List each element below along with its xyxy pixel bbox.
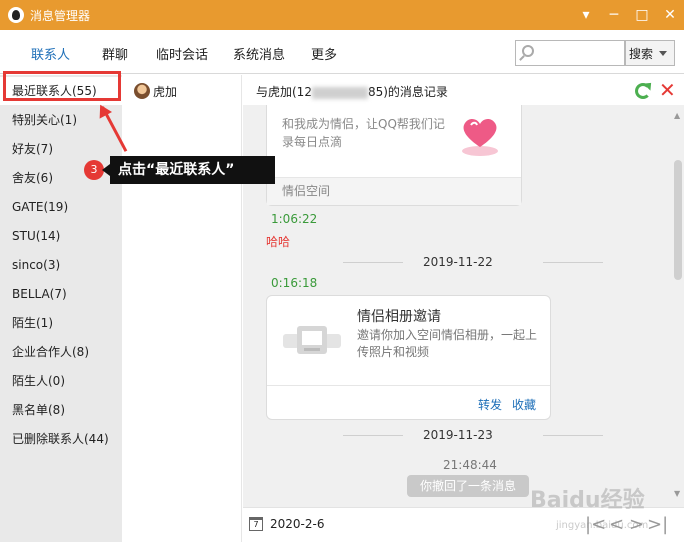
group-item-label: 已删除联系人(44) [12, 432, 109, 446]
group-item-label: GATE(19) [12, 200, 69, 214]
group-item[interactable]: 好友(7) [0, 135, 122, 163]
redacted-number [311, 86, 368, 99]
avatar [134, 83, 150, 99]
message-time: 21:48:44 [443, 458, 497, 472]
group-list: 最近联系人(55) 特别关心(1) 好友(7) 舍友(6) GATE(19) S… [0, 71, 122, 542]
contact-item[interactable]: 虎加 [122, 80, 242, 102]
window-controls: ▾ ─ □ ✕ [572, 0, 684, 30]
date-separator: 2019-11-23 [343, 428, 603, 442]
qq-logo-icon [8, 7, 24, 23]
message-time: 1:06:22 [271, 212, 318, 226]
group-item[interactable]: 企业合作人(8) [0, 338, 122, 366]
card-text: 和我成为情侣，让QQ帮我们记录每日点滴 [282, 117, 445, 149]
close-icon[interactable]: ✕ [656, 0, 684, 30]
group-item-label: 企业合作人(8) [12, 345, 89, 359]
watermark-url: jingyan.baidu.com [556, 520, 649, 531]
record-title: 与虎加(12 85)的消息记录 [256, 83, 448, 100]
group-item-label: 好友(7) [12, 142, 53, 156]
search-button[interactable]: 搜索 [625, 40, 675, 66]
date-label: 2019-11-23 [423, 428, 493, 442]
group-item-label: 特别关心(1) [12, 113, 77, 127]
date-separator: 2019-11-22 [343, 255, 603, 269]
group-item[interactable]: GATE(19) [0, 193, 122, 221]
group-item-label: BELLA(7) [12, 287, 67, 301]
delete-icon[interactable]: ✕ [659, 79, 676, 101]
scrollbar[interactable] [674, 160, 682, 280]
album-title: 情侣相册邀请 [357, 309, 441, 325]
couple-space-card[interactable]: 和我成为情侣，让QQ帮我们记录每日点滴 情侣空间 [266, 105, 522, 206]
contact-name: 虎加 [153, 84, 178, 99]
annotation-tooltip: 点击“最近联系人” [102, 156, 275, 184]
scroll-up-icon[interactable]: ▲ [674, 111, 680, 120]
highlight-box [3, 71, 121, 101]
last-page-button[interactable]: >| [647, 514, 668, 535]
record-title-prefix: 与虎加(12 [256, 85, 312, 99]
tab-temp-chat[interactable]: 临时会话 [156, 44, 208, 63]
message-text: 哈哈 [266, 235, 291, 249]
tab-system-messages[interactable]: 系统消息 [233, 44, 285, 63]
group-item-label: STU(14) [12, 229, 61, 243]
contact-list: 虎加 [122, 75, 242, 542]
group-item[interactable]: BELLA(7) [0, 280, 122, 308]
tab-group-chat[interactable]: 群聊 [102, 44, 128, 63]
message-record-panel: 与虎加(12 85)的消息记录 ✕ 和我成为情侣，让QQ帮我们记录每日点滴 情侣空… [243, 75, 684, 542]
current-date: 2020-2-6 [270, 517, 325, 531]
maximize-icon[interactable]: □ [628, 0, 656, 30]
album-invite-card[interactable]: 情侣相册邀请 邀请你加入空间情侣相册，一起上传照片和视频 转发 收藏 [266, 295, 551, 420]
baidu-watermark: Baidu经验 [530, 488, 645, 513]
calendar-icon[interactable]: 7 [249, 517, 263, 531]
title-bar: 消息管理器 ▾ ─ □ ✕ [0, 0, 684, 30]
group-item[interactable]: 已删除联系人(44) [0, 425, 122, 453]
date-label: 2019-11-22 [423, 255, 493, 269]
group-item-label: 陌生(1) [12, 316, 53, 330]
card-divider [267, 385, 550, 386]
record-header: 与虎加(12 85)的消息记录 ✕ [243, 75, 684, 105]
tab-more[interactable]: 更多 [311, 44, 337, 63]
search-button-label: 搜索 [629, 46, 654, 61]
album-description: 邀请你加入空间情侣相册，一起上传照片和视频 [357, 328, 538, 359]
card-footer: 情侣空间 [267, 177, 521, 205]
group-item-label: 陌生人(0) [12, 374, 65, 388]
favorite-link[interactable]: 收藏 [512, 396, 536, 413]
search-input[interactable] [515, 40, 625, 66]
tab-bar: 联系人 群聊 临时会话 系统消息 更多 搜索 [0, 30, 684, 74]
group-item-label: 黑名单(8) [12, 403, 65, 417]
group-item-label: 舍友(6) [12, 171, 53, 185]
record-title-suffix: 85)的消息记录 [367, 85, 448, 99]
group-item[interactable]: 陌生人(0) [0, 367, 122, 395]
chevron-down-icon[interactable] [659, 50, 668, 56]
minimize-icon[interactable]: ─ [600, 0, 628, 30]
step-badge: 3 [84, 160, 104, 180]
group-item[interactable]: sinco(3) [0, 251, 122, 279]
search-icon [522, 45, 534, 57]
group-item-label: sinco(3) [12, 258, 61, 272]
recall-notice: 你撤回了一条消息 [407, 475, 529, 497]
window-title: 消息管理器 [30, 8, 91, 23]
photo-album-icon [283, 326, 341, 354]
scroll-down-icon[interactable]: ▼ [674, 489, 680, 498]
group-item[interactable]: STU(14) [0, 222, 122, 250]
heart-icon [462, 118, 498, 156]
message-time: 0:16:18 [271, 276, 318, 290]
forward-link[interactable]: 转发 [478, 396, 502, 413]
group-item[interactable]: 黑名单(8) [0, 396, 122, 424]
refresh-icon[interactable] [635, 83, 651, 99]
dropdown-icon[interactable]: ▾ [572, 0, 600, 30]
group-item[interactable]: 陌生(1) [0, 309, 122, 337]
tab-contacts[interactable]: 联系人 [31, 44, 70, 63]
